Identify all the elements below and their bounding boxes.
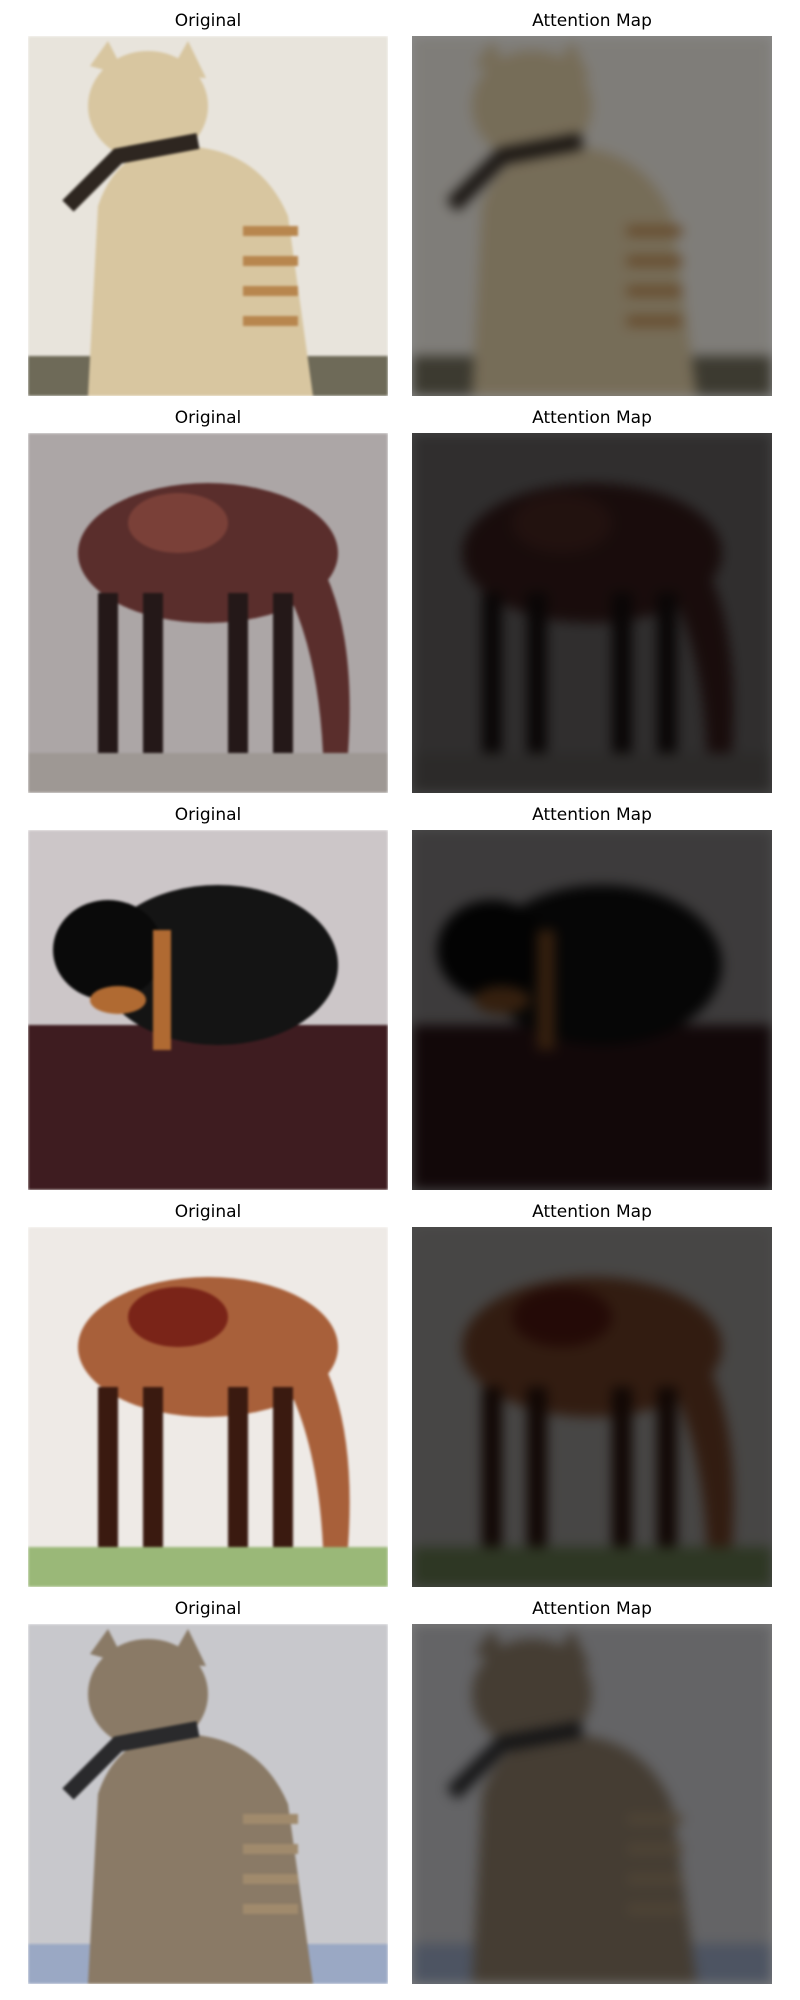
original-render [28, 36, 388, 396]
original-image [28, 830, 388, 1190]
stripe [627, 256, 682, 266]
stripe [243, 1844, 298, 1854]
highlight [128, 1287, 228, 1347]
highlight [512, 1287, 612, 1347]
stripe [243, 226, 298, 236]
dog-head [437, 900, 547, 1000]
ground [412, 1547, 772, 1587]
stripe [627, 286, 682, 296]
attention-map-title: Attention Map [532, 1599, 652, 1619]
stripe [627, 316, 682, 326]
horse-leg [228, 1387, 248, 1547]
stripe [243, 1874, 298, 1884]
highlight [512, 493, 612, 553]
attention-map-image [412, 433, 772, 793]
attention-map-image [412, 1227, 772, 1587]
original-title: Original [174, 1599, 242, 1619]
attention-map-title: Attention Map [532, 11, 652, 31]
stripe [627, 226, 682, 236]
horse-leg [98, 1387, 118, 1547]
attention-map-render [412, 830, 772, 1190]
horse-leg [657, 1387, 677, 1547]
stripe [243, 316, 298, 326]
ground [28, 1547, 388, 1587]
original-title: Original [174, 11, 242, 31]
stripe [243, 256, 298, 266]
stripe [243, 286, 298, 296]
horse-leg [527, 1387, 547, 1547]
stripe [243, 1904, 298, 1914]
stripe [627, 1874, 682, 1884]
dog-paw [90, 986, 146, 1014]
original-image [28, 36, 388, 396]
attention-map-title: Attention Map [532, 805, 652, 825]
horse-leg [228, 593, 248, 753]
horse-leg [612, 593, 632, 753]
horse-leg [482, 1387, 502, 1547]
horse-leg [482, 593, 502, 753]
original-render [28, 1624, 388, 1984]
attention-map-image [412, 36, 772, 396]
original-image [28, 433, 388, 793]
original-image [28, 1227, 388, 1587]
attention-map-image [412, 830, 772, 1190]
original-image [28, 1624, 388, 1984]
dog-marking [153, 930, 171, 1050]
original-render [28, 1227, 388, 1587]
horse-leg [527, 593, 547, 753]
horse-leg [657, 593, 677, 753]
stripe [627, 1904, 682, 1914]
dog-paw [474, 986, 530, 1014]
attention-map-render [412, 1624, 772, 1984]
original-render [28, 830, 388, 1190]
floor [28, 1025, 388, 1190]
stripe [627, 1844, 682, 1854]
horse-leg [612, 1387, 632, 1547]
horse-leg [143, 593, 163, 753]
horse-leg [273, 1387, 293, 1547]
attention-map-title: Attention Map [532, 1202, 652, 1222]
stripe [627, 1814, 682, 1824]
horse-leg [143, 1387, 163, 1547]
horse-leg [98, 593, 118, 753]
horse-leg [273, 593, 293, 753]
dog-marking [537, 930, 555, 1050]
attention-map-title: Attention Map [532, 408, 652, 428]
ground [28, 753, 388, 793]
ground [412, 753, 772, 793]
original-title: Original [174, 805, 242, 825]
attention-map-render [412, 433, 772, 793]
stripe [243, 1814, 298, 1824]
attention-map-render [412, 1227, 772, 1587]
dog-head [53, 900, 163, 1000]
highlight [128, 493, 228, 553]
attention-map-render [412, 36, 772, 396]
original-render [28, 433, 388, 793]
floor [412, 1025, 772, 1190]
attention-map-image [412, 1624, 772, 1984]
original-title: Original [174, 1202, 242, 1222]
original-title: Original [174, 408, 242, 428]
